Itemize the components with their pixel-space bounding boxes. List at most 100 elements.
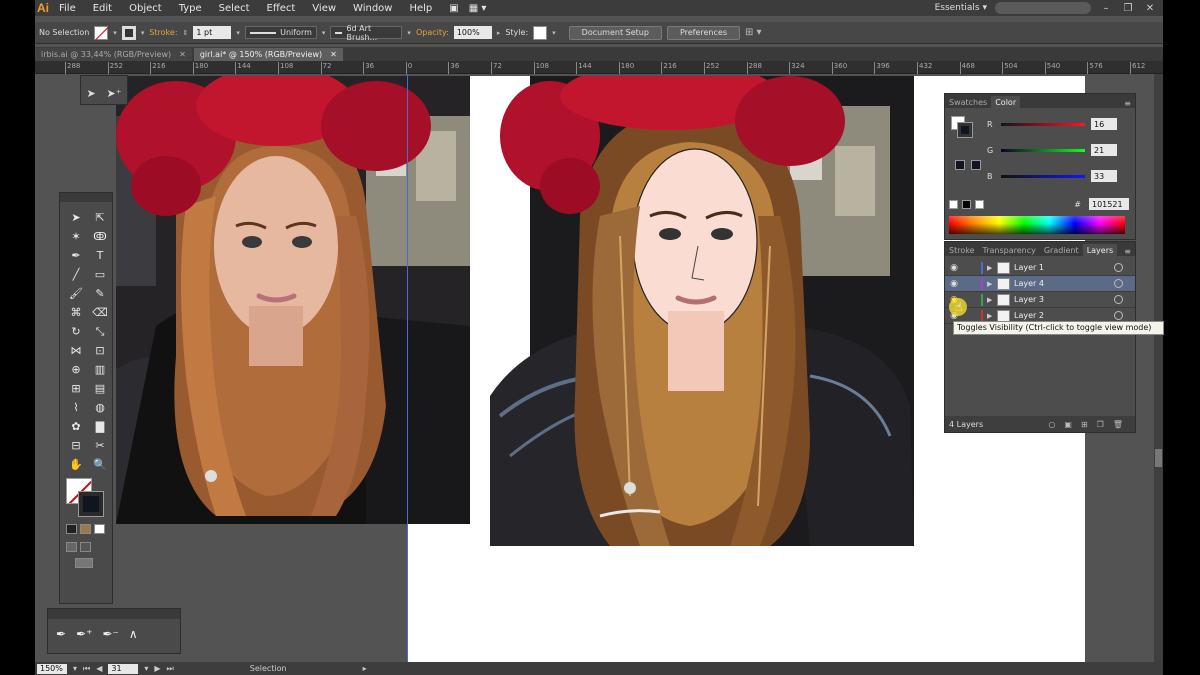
layer-name[interactable]: Layer 1 bbox=[1014, 263, 1114, 272]
blend-tool-icon[interactable]: ◍ bbox=[88, 398, 112, 417]
slice-tool-icon[interactable]: ✂ bbox=[88, 436, 112, 455]
artboard-tool-icon[interactable]: ⊟ bbox=[64, 436, 88, 455]
panel-menu-icon[interactable]: ≡ bbox=[1124, 247, 1135, 256]
hex-value[interactable]: 101521 bbox=[1089, 198, 1129, 210]
stroke-stepper-icon[interactable]: ⇕ bbox=[183, 29, 189, 37]
rectangle-tool-icon[interactable]: ▭ bbox=[88, 265, 112, 284]
layer-name[interactable]: Layer 2 bbox=[1014, 311, 1114, 320]
draw-normal-icon[interactable] bbox=[66, 542, 77, 552]
pen-tool-icon[interactable]: ✒ bbox=[56, 627, 66, 641]
blob-brush-tool-icon[interactable]: ⌘ bbox=[64, 303, 88, 322]
locate-object-icon[interactable]: ○ bbox=[1048, 420, 1055, 429]
horizontal-ruler[interactable]: 288 252 216 180 144 108 72 36 0 36 72 108 144 180 216 2… bbox=[35, 61, 1163, 74]
tools-panel-header[interactable] bbox=[60, 193, 112, 202]
expand-triangle-icon[interactable]: ▶ bbox=[987, 280, 997, 288]
workspace-switcher[interactable]: Essentials ▾ bbox=[935, 3, 987, 13]
delete-layer-icon[interactable]: 🗑 bbox=[1113, 420, 1123, 429]
status-menu-icon[interactable]: ▸ bbox=[363, 664, 367, 673]
menu-file[interactable]: File bbox=[59, 3, 76, 14]
restore-icon[interactable]: ❐ bbox=[1121, 3, 1135, 14]
convert-anchor-point-icon[interactable]: ∧ bbox=[129, 627, 138, 641]
red-slider[interactable] bbox=[1001, 122, 1085, 126]
gradient-tool-icon[interactable]: ▤ bbox=[88, 379, 112, 398]
eraser-tool-icon[interactable]: ⌫ bbox=[88, 303, 112, 322]
next-artboard-icon[interactable]: ▶ bbox=[154, 664, 160, 673]
free-transform-tool-icon[interactable]: ⊡ bbox=[88, 341, 112, 360]
current-color-swatch[interactable] bbox=[971, 160, 981, 170]
lasso-tool-icon[interactable]: ↂ bbox=[88, 227, 112, 246]
vector-illustration[interactable] bbox=[490, 76, 914, 546]
add-anchor-point-icon[interactable]: ✒⁺ bbox=[76, 627, 92, 641]
last-color-swatch[interactable] bbox=[955, 160, 965, 170]
tab-stroke[interactable]: Stroke bbox=[945, 244, 979, 256]
reference-photo[interactable] bbox=[116, 76, 470, 524]
expand-triangle-icon[interactable]: ▶ bbox=[987, 296, 997, 304]
stroke-swatch[interactable] bbox=[121, 25, 136, 40]
close-icon[interactable]: ✕ bbox=[1143, 3, 1157, 14]
style-dropdown-icon[interactable]: ▾ bbox=[552, 29, 556, 37]
arrange-documents-icon[interactable]: ▦ ▾ bbox=[469, 3, 487, 14]
brush-dropdown-icon[interactable]: ▾ bbox=[407, 29, 411, 37]
direct-selection-tool-icon[interactable]: ⇱ bbox=[88, 208, 112, 227]
brush-definition[interactable]: 6d Art Brush... bbox=[330, 24, 403, 42]
bridge-icon[interactable]: ▣ bbox=[449, 3, 458, 14]
symbol-sprayer-tool-icon[interactable]: ✿ bbox=[64, 417, 88, 436]
menu-view[interactable]: View bbox=[312, 3, 336, 14]
gradient-mode-icon[interactable] bbox=[80, 524, 91, 534]
profile-dropdown-icon[interactable]: ▾ bbox=[322, 29, 326, 37]
minimize-icon[interactable]: – bbox=[1099, 3, 1113, 14]
tab-irbis[interactable]: irbis.ai @ 33,44% (RGB/Preview) ✕ bbox=[35, 48, 192, 61]
first-artboard-icon[interactable]: ⏮ bbox=[83, 664, 90, 674]
type-tool-icon[interactable]: T bbox=[88, 246, 112, 265]
menu-help[interactable]: Help bbox=[409, 3, 432, 14]
layer-row[interactable]: ◉ ▶ Layer 3 bbox=[945, 292, 1135, 308]
fill-dropdown-icon[interactable]: ▾ bbox=[113, 29, 117, 37]
search-input[interactable] bbox=[995, 2, 1091, 14]
opacity-label[interactable]: Opacity: bbox=[416, 28, 449, 37]
menu-select[interactable]: Select bbox=[219, 3, 250, 14]
perspective-grid-tool-icon[interactable]: ▥ bbox=[88, 360, 112, 379]
tab-color[interactable]: Color bbox=[991, 96, 1021, 108]
stroke-label[interactable]: Stroke: bbox=[149, 28, 177, 37]
green-value[interactable]: 21 bbox=[1091, 144, 1117, 156]
panel-stroke-swatch[interactable] bbox=[957, 122, 973, 138]
previous-artboard-icon[interactable]: ◀ bbox=[96, 664, 102, 673]
paintbrush-tool-icon[interactable]: 🖌 bbox=[64, 284, 88, 303]
selection-tool-icon[interactable]: ➤ bbox=[86, 87, 95, 100]
preferences-button[interactable]: Preferences bbox=[666, 25, 740, 40]
delete-anchor-point-icon[interactable]: ✒⁻ bbox=[102, 627, 118, 641]
tab-swatches[interactable]: Swatches bbox=[945, 96, 991, 108]
menu-edit[interactable]: Edit bbox=[93, 3, 112, 14]
zoom-field[interactable]: 150% bbox=[37, 663, 67, 674]
new-sublayer-icon[interactable]: ⊞ bbox=[1081, 420, 1088, 429]
document-setup-button[interactable]: Document Setup bbox=[568, 25, 662, 40]
expand-triangle-icon[interactable]: ▶ bbox=[987, 264, 997, 272]
color-mode-icon[interactable] bbox=[66, 524, 77, 534]
tab-layers[interactable]: Layers bbox=[1082, 244, 1118, 256]
none-mode-icon[interactable] bbox=[94, 524, 105, 534]
menu-object[interactable]: Object bbox=[129, 3, 162, 14]
graphic-style-swatch[interactable] bbox=[533, 25, 548, 40]
scale-tool-icon[interactable]: ⤡ bbox=[88, 322, 112, 341]
zoom-tool-icon[interactable]: 🔍 bbox=[88, 455, 112, 474]
align-icon[interactable]: ⊞ ▾ bbox=[745, 27, 762, 38]
shape-builder-tool-icon[interactable]: ⊕ bbox=[64, 360, 88, 379]
layer-row[interactable]: ◉ ▶ Layer 4 bbox=[945, 276, 1135, 292]
target-circle-icon[interactable] bbox=[1114, 279, 1123, 288]
target-circle-icon[interactable] bbox=[1114, 311, 1123, 320]
tab-close-icon[interactable]: ✕ bbox=[330, 50, 337, 59]
artboard-dropdown-icon[interactable]: ▾ bbox=[144, 664, 148, 673]
screen-mode-icon[interactable] bbox=[75, 558, 93, 568]
layer-name[interactable]: Layer 4 bbox=[1014, 279, 1114, 288]
vertical-scroll-thumb[interactable] bbox=[1155, 449, 1162, 467]
make-clipping-mask-icon[interactable]: ▣ bbox=[1064, 420, 1072, 429]
tab-transparency[interactable]: Transparency bbox=[979, 244, 1040, 256]
blue-value[interactable]: 33 bbox=[1091, 170, 1117, 182]
opacity-dropdown-icon[interactable]: ▸ bbox=[497, 29, 501, 37]
new-layer-icon[interactable]: ❐ bbox=[1097, 420, 1104, 429]
eyedropper-tool-icon[interactable]: ⌇ bbox=[64, 398, 88, 417]
pencil-tool-icon[interactable]: ✎ bbox=[88, 284, 112, 303]
width-tool-icon[interactable]: ⋈ bbox=[64, 341, 88, 360]
opacity-field[interactable]: 100% bbox=[453, 26, 492, 39]
variable-width-profile[interactable]: Uniform bbox=[244, 26, 317, 39]
